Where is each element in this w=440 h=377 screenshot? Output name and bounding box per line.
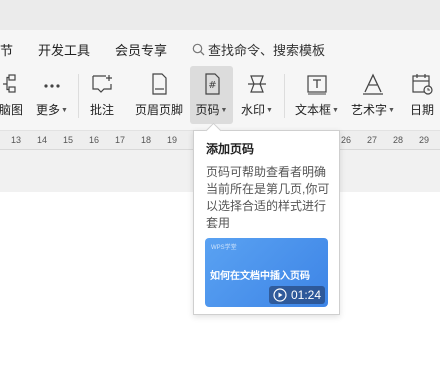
page-number-icon: # xyxy=(204,73,220,95)
ruler-tick: 17 xyxy=(114,135,125,145)
ruler-tick: 16 xyxy=(88,135,99,145)
textbox-label: 文本框 xyxy=(295,103,332,117)
ribbon-divider xyxy=(78,74,79,118)
comment-button[interactable]: 批注 xyxy=(84,66,120,124)
menu-item-member[interactable]: 会员专享 xyxy=(115,40,167,59)
ruler-tick: 28 xyxy=(392,135,403,145)
more-label: 更多 xyxy=(36,103,61,117)
page-number-label: 页码 xyxy=(195,103,220,117)
date-icon xyxy=(412,74,433,95)
chevron-down-icon: ▼ xyxy=(266,107,273,114)
video-title: 如何在文档中插入页码 xyxy=(210,271,310,282)
ruler-tick: 14 xyxy=(36,135,47,145)
mindmap-label: 脑图 xyxy=(0,103,23,117)
chevron-down-icon: ▼ xyxy=(332,107,339,114)
date-label: 日期 xyxy=(409,103,434,117)
tooltip-description: 页码可帮助查看者明确当前所在是第几页,你可以选择合适的样式进行套用 xyxy=(206,165,330,230)
tutorial-video-thumbnail[interactable]: WPS学堂 如何在文档中插入页码 01:24 xyxy=(205,238,328,307)
menu-item-section[interactable]: 节 xyxy=(0,40,13,59)
mindmap-icon xyxy=(3,74,16,93)
page-number-tooltip: 添加页码 页码可帮助查看者明确当前所在是第几页,你可以选择合适的样式进行套用 W… xyxy=(193,130,340,315)
video-brand: WPS学堂 xyxy=(211,245,237,251)
svg-text:#: # xyxy=(208,80,216,91)
date-button[interactable]: 日期 xyxy=(404,66,440,124)
search-placeholder: 查找命令、搜索模板 xyxy=(208,43,326,58)
ruler-tick: 13 xyxy=(10,135,21,145)
chevron-down-icon: ▼ xyxy=(220,107,228,114)
video-duration-badge: 01:24 xyxy=(268,286,325,304)
play-icon xyxy=(273,288,287,302)
chevron-down-icon: ▼ xyxy=(388,107,395,114)
menu-bar: 节 开发工具 会员专享 查找命令、搜索模板 xyxy=(0,30,440,66)
menu-item-developer-tools[interactable]: 开发工具 xyxy=(38,40,90,59)
ruler-tick: 19 xyxy=(166,135,177,145)
header-footer-icon xyxy=(152,73,167,95)
ribbon-divider xyxy=(284,74,285,118)
search-icon xyxy=(192,43,205,56)
ruler-tick: 27 xyxy=(366,135,377,145)
mindmap-button[interactable]: 脑图 xyxy=(0,66,28,124)
chevron-down-icon: ▼ xyxy=(61,107,68,114)
wordart-button[interactable]: 艺术字▼ xyxy=(348,66,398,124)
page-number-button[interactable]: # 页码▼ xyxy=(190,66,233,124)
more-button[interactable]: 更多▼ xyxy=(32,66,72,124)
comment-label: 批注 xyxy=(89,103,114,117)
watermark-icon xyxy=(248,75,266,93)
header-footer-label: 页眉页脚 xyxy=(134,103,183,117)
comment-icon xyxy=(92,75,112,93)
command-search[interactable]: 查找命令、搜索模板 xyxy=(192,40,325,59)
watermark-button[interactable]: 水印▼ xyxy=(236,66,278,124)
video-duration: 01:24 xyxy=(290,288,321,302)
ruler-tick: 15 xyxy=(62,135,73,145)
title-bar xyxy=(0,0,440,30)
tooltip-title: 添加页码 xyxy=(206,142,255,156)
ruler-tick: 18 xyxy=(140,135,151,145)
insert-ribbon: 脑图 更多▼ 批注 页眉页脚 # 页码▼ 水印▼ 文本框▼ 艺术字▼ 日期 xyxy=(0,66,440,130)
textbox-button[interactable]: 文本框▼ xyxy=(292,66,342,124)
more-icon xyxy=(44,84,60,88)
textbox-icon xyxy=(307,75,327,95)
wordart-icon xyxy=(363,73,383,95)
wordart-label: 艺术字 xyxy=(351,103,388,117)
header-footer-button[interactable]: 页眉页脚 xyxy=(132,66,186,124)
ruler-tick: 29 xyxy=(418,135,429,145)
watermark-label: 水印 xyxy=(241,103,266,117)
